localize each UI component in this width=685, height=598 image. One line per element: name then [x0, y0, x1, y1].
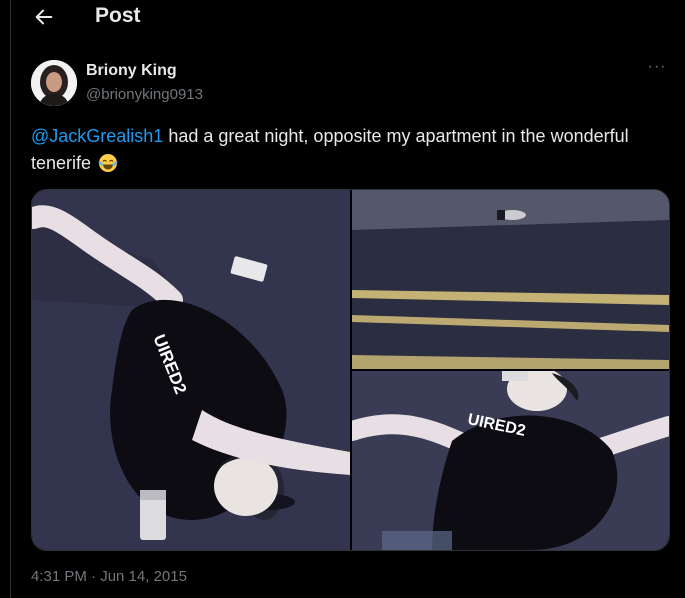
photo-2[interactable]: [352, 190, 669, 369]
column-border: [10, 0, 11, 598]
photo-1[interactable]: UIRED2: [32, 190, 350, 550]
photo-3[interactable]: UIRED2: [352, 371, 669, 550]
page-title: Post: [95, 4, 141, 27]
post-header: Post: [11, 0, 685, 36]
media-grid: UIRED2 UIRED2: [31, 189, 670, 551]
avatar-image: [31, 60, 77, 106]
arrow-left-icon[interactable]: [33, 4, 55, 30]
author-name[interactable]: Briony King: [86, 62, 177, 80]
avatar[interactable]: [31, 60, 77, 106]
mention-link[interactable]: @JackGrealish1: [31, 126, 163, 146]
tweet-text: @JackGrealish1 had a great night, opposi…: [31, 123, 651, 177]
more-dots-icon[interactable]: ···: [646, 59, 668, 82]
timestamp[interactable]: 4:31 PM · Jun 14, 2015: [31, 568, 187, 585]
author-handle[interactable]: @brionyking0913: [86, 86, 203, 103]
tears-of-joy-emoji-icon: [98, 154, 118, 172]
